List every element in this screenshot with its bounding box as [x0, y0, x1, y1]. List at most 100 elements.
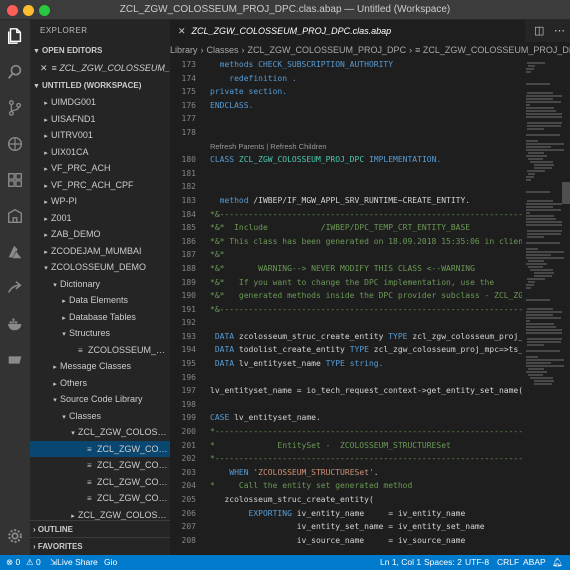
tree-item[interactable]: ≡ ZCL_ZGW_COLOSSEU...	[30, 490, 170, 507]
breadcrumb-item[interactable]: ZCL_ZGW_COLOSSEUM_PROJ_DPC	[248, 45, 407, 55]
open-editor-item[interactable]: ✕ ≡ ZCL_ZGW_COLOSSEUM_P...	[30, 59, 170, 77]
code-line[interactable]: 198	[170, 398, 522, 412]
tab-active-file[interactable]: ✕ ZCL_ZGW_COLOSSEUM_PROJ_DPC.clas.abap	[170, 20, 525, 42]
code-line[interactable]: 196	[170, 371, 522, 385]
indentation-status[interactable]: Spaces: 2	[424, 555, 462, 570]
code-line[interactable]: 191 *&-----------------------------------…	[170, 303, 522, 317]
workspace-section[interactable]: ▼ UNTITLED (WORKSPACE)	[30, 77, 170, 94]
search-icon[interactable]	[5, 62, 25, 82]
code-line[interactable]: 184 *&-----------------------------------…	[170, 208, 522, 222]
docker-icon[interactable]	[5, 314, 25, 334]
cursor-position[interactable]: Ln 1, Col 1	[380, 555, 421, 570]
debug-icon[interactable]	[5, 134, 25, 154]
source-control-icon[interactable]	[5, 98, 25, 118]
code-line[interactable]: 189 *&* If you want to change the DPC imp…	[170, 276, 522, 290]
extensions-icon[interactable]	[5, 170, 25, 190]
code-line[interactable]: 190 *&* generated methods inside the DPC …	[170, 289, 522, 303]
code-line[interactable]: 174 redefinition .	[170, 72, 522, 86]
encoding-status[interactable]: UTF-8	[465, 555, 489, 570]
live-share-status[interactable]: ⇲Live Share	[50, 555, 98, 570]
tree-item[interactable]: ▾ Source Code Library	[30, 391, 170, 408]
breadcrumb-item[interactable]: ZCL_ZGW_COLOSSEUM_PROJ_DPC.clas.abap	[423, 45, 570, 55]
code-line[interactable]: 188 *&* WARNING--> NEVER MODIFY THIS CLAS…	[170, 262, 522, 276]
code-line[interactable]: 187 *&*	[170, 248, 522, 262]
code-line[interactable]: 193 DATA zcolosseum_struc_create_entity …	[170, 330, 522, 344]
tag-icon[interactable]	[5, 350, 25, 370]
code-line[interactable]: 175 private section.	[170, 85, 522, 99]
tree-item-label: ZCL_ZGW_COLOSSEUM...	[78, 509, 170, 520]
user-status[interactable]: Gio	[104, 555, 117, 570]
tree-item[interactable]: ▸ UITRV001	[30, 127, 170, 144]
code-line[interactable]: 181	[170, 167, 522, 181]
code-line[interactable]: 180 CLASS ZCL_ZGW_COLOSSEUM_PROJ_DPC IMPL…	[170, 153, 522, 167]
errors-status[interactable]: ⊗ 0	[6, 555, 20, 570]
code-line[interactable]: 173 methods CHECK_SUBSCRIPTION_AUTHORITY	[170, 58, 522, 72]
minimap[interactable]	[522, 58, 570, 555]
tree-item[interactable]: ▸ UIMDG001	[30, 94, 170, 111]
favorites-section[interactable]: › FAVORITES	[30, 537, 170, 554]
share-icon[interactable]	[5, 278, 25, 298]
remote-explorer-icon[interactable]	[5, 206, 25, 226]
close-icon[interactable]: ✕	[40, 63, 48, 73]
tree-item[interactable]: ▾ ZCOLOSSEUM_DEMO	[30, 259, 170, 276]
code-line[interactable]: 204 * Call the entity set generated metho…	[170, 479, 522, 493]
tree-item[interactable]: ▸ Message Classes	[30, 358, 170, 375]
tree-item[interactable]: ▸ VF_PRC_ACH_CPF	[30, 177, 170, 194]
tree-item[interactable]: ▸ Data Elements	[30, 292, 170, 309]
code-line[interactable]: 206 EXPORTING iv_entity_name = iv_entity…	[170, 507, 522, 521]
tree-item[interactable]: ≡ ZCOLOSSEUM_STRUCT...	[30, 342, 170, 359]
tree-item[interactable]: ▸ Z001	[30, 210, 170, 227]
tree-item[interactable]: ▸ Database Tables	[30, 309, 170, 326]
code-line[interactable]: 205 zcolosseum_struc_create_entity(	[170, 493, 522, 507]
code-line[interactable]: 178	[170, 126, 522, 140]
code-line[interactable]: 183 method /IWBEP/IF_MGW_APPL_SRV_RUNTIM…	[170, 194, 522, 208]
code-line[interactable]: 182	[170, 180, 522, 194]
bell-icon[interactable]: 🔔︎	[552, 555, 563, 570]
tree-item[interactable]: ≡ ZCL_ZGW_COLOSSEU...	[30, 457, 170, 474]
code-line[interactable]: 186 *&* This class has been generated on …	[170, 235, 522, 249]
breadcrumb-item[interactable]: Library	[170, 45, 198, 55]
code-line[interactable]: 185 *&* Include /IWBEP/DPC_TEMP_CRT_ENTIT…	[170, 221, 522, 235]
tree-item[interactable]: ▾ Classes	[30, 408, 170, 425]
scrollbar-thumb[interactable]	[562, 182, 570, 204]
code-lens[interactable]: Refresh Parents | Refresh Children	[170, 140, 522, 154]
tree-item[interactable]: ▸ ZCODEJAM_MUMBAI	[30, 243, 170, 260]
split-editor-icon[interactable]: ◫	[534, 24, 544, 37]
code-line[interactable]: 192	[170, 316, 522, 330]
tree-item[interactable]: ▸ VF_PRC_ACH	[30, 160, 170, 177]
code-line[interactable]: 199 CASE lv_entityset_name.	[170, 411, 522, 425]
code-line[interactable]: 201 * EntitySet - ZCOLOSSEUM_STRUCTURESet	[170, 439, 522, 453]
code-line[interactable]: 208 iv_source_name = iv_source_name	[170, 534, 522, 548]
tree-item[interactable]: ▸ UISAFND1	[30, 111, 170, 128]
code-line[interactable]: 207 iv_entity_set_name = iv_entity_set_n…	[170, 520, 522, 534]
code-editor[interactable]: 173 methods CHECK_SUBSCRIPTION_AUTHORITY…	[170, 58, 522, 555]
code-line[interactable]: 197 lv_entityset_name = io_tech_request_c…	[170, 384, 522, 398]
code-line[interactable]: 176 ENDCLASS.	[170, 99, 522, 113]
close-icon[interactable]: ✕	[178, 26, 186, 36]
breadcrumb-item[interactable]: Classes	[207, 45, 239, 55]
code-line[interactable]: 194 DATA todolist_create_entity TYPE zcl…	[170, 343, 522, 357]
gear-icon[interactable]	[5, 526, 25, 546]
tree-item[interactable]: ▸ WP-PI	[30, 193, 170, 210]
more-actions-icon[interactable]: ⋯	[554, 24, 565, 37]
code-line[interactable]: 177	[170, 112, 522, 126]
files-icon[interactable]	[5, 26, 25, 46]
code-line[interactable]: 195 DATA lv_entityset_name TYPE string.	[170, 357, 522, 371]
code-line[interactable]: 200 *------------------------------------…	[170, 425, 522, 439]
azure-icon[interactable]	[5, 242, 25, 262]
tree-item[interactable]: ▸ UIX01CA	[30, 144, 170, 161]
tree-item[interactable]: ≡ ZCL_ZGW_COLOSSEU...	[30, 474, 170, 491]
tree-item[interactable]: ▸ Others	[30, 375, 170, 392]
open-editors-section[interactable]: ▼ OPEN EDITORS	[30, 42, 170, 59]
tree-item[interactable]: ≡ ZCL_ZGW_COLOSSEU...	[30, 440, 170, 457]
warnings-status[interactable]: ⚠ 0	[26, 555, 41, 570]
tree-item[interactable]: ▸ ZAB_DEMO	[30, 226, 170, 243]
tree-item[interactable]: ▾ZCL_ZGW_COLOSSEUM...	[30, 424, 170, 441]
outline-section[interactable]: › OUTLINE	[30, 520, 170, 537]
code-line[interactable]: 202 *------------------------------------…	[170, 452, 522, 466]
tree-item[interactable]: ▾ Dictionary	[30, 276, 170, 293]
code-line[interactable]: 203 WHEN 'ZCOLOSSEUM_STRUCTURESet'.	[170, 466, 522, 480]
tree-item[interactable]: ▾ Structures	[30, 325, 170, 342]
eol-status[interactable]: CRLF	[497, 555, 519, 570]
language-status[interactable]: ABAP	[523, 555, 546, 570]
